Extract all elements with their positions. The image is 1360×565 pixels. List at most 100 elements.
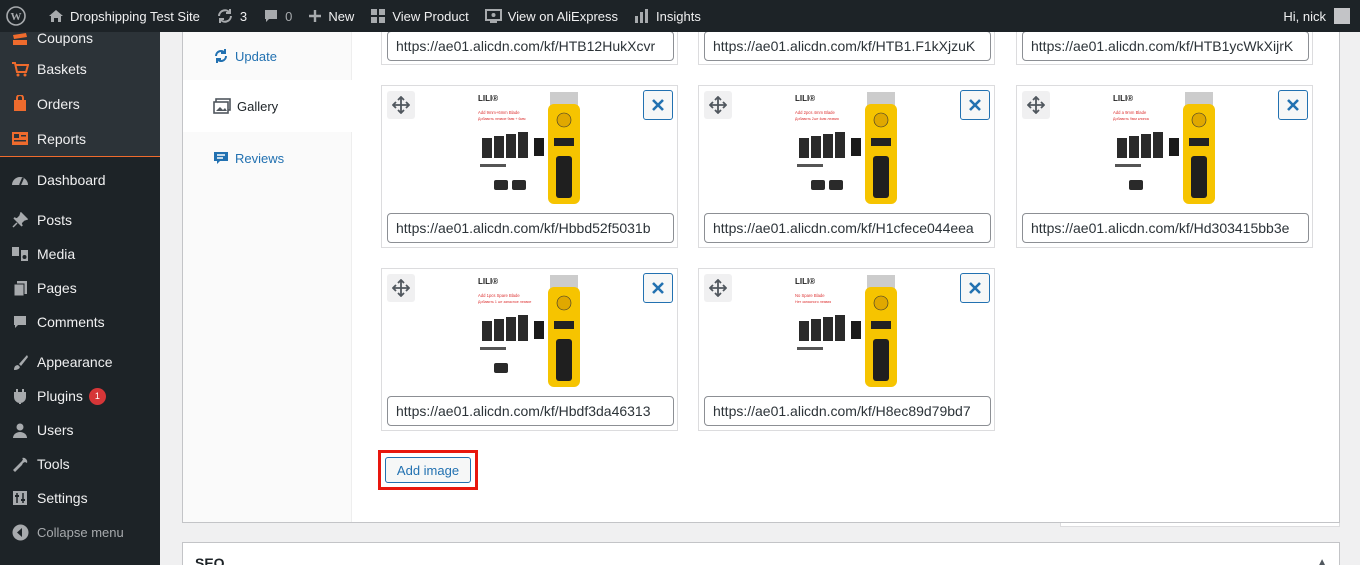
- menu-baskets[interactable]: Baskets: [0, 51, 160, 86]
- site-name-link[interactable]: Dropshipping Test Site: [40, 0, 208, 32]
- woocommerce-submenu: Coupons Baskets Orders Reports: [0, 30, 160, 157]
- tab-reviews[interactable]: Reviews: [183, 132, 351, 184]
- remove-image-button[interactable]: [960, 273, 990, 303]
- hair-clipper-image: LILI® Add 9mm+6mm Blade Добавить лезвие …: [478, 92, 580, 204]
- my-account-link[interactable]: Hi, nick: [1275, 0, 1360, 32]
- image-caption-text: Add 2pcs 4mm Blade: [795, 110, 835, 115]
- hair-clipper-image: LILI® No Spare Blade Нет запасного лезви…: [795, 275, 897, 387]
- reports-icon: [10, 129, 30, 149]
- image-caption-text: Add a 9mm Blade: [1113, 110, 1147, 115]
- comments-link[interactable]: 0: [255, 0, 300, 32]
- image-caption-ru-text: Добавить 2шт 4мм лезвия: [795, 117, 839, 121]
- product-image: LILI® Add a 9mm Blade Добавить 9мм клино…: [1017, 86, 1312, 211]
- hair-clipper-image: LILI® Add 2pcs 4mm Blade Добавить 2шт 4м…: [795, 92, 897, 204]
- product-data-panel: Update Gallery Reviews https://ae01.alic…: [182, 22, 1340, 523]
- menu-pages[interactable]: Pages: [0, 271, 160, 305]
- image-url-input[interactable]: https://ae01.alicdn.com/kf/Hbdf3da46313: [387, 396, 674, 426]
- move-handle[interactable]: [1022, 91, 1050, 119]
- menu-coupons[interactable]: Coupons: [0, 30, 160, 51]
- tab-reviews-label: Reviews: [235, 150, 285, 166]
- tab-gallery[interactable]: Gallery: [183, 80, 352, 132]
- menu-plugins[interactable]: Plugins 1: [0, 379, 160, 413]
- image-url-input[interactable]: https://ae01.alicdn.com/kf/HTB1.F1kXjzuK: [704, 31, 991, 61]
- new-label: New: [328, 8, 355, 24]
- updates-icon: [217, 9, 232, 23]
- orders-icon: [10, 94, 30, 114]
- image-url-input[interactable]: https://ae01.alicdn.com/kf/H1cfece044eea: [704, 213, 991, 243]
- dashboard-icon: [10, 170, 30, 190]
- move-handle[interactable]: [704, 274, 732, 302]
- image-url-input[interactable]: https://ae01.alicdn.com/kf/HTB1ycWkXijrK: [1022, 31, 1309, 61]
- gallery-item: LILI® Add 9mm+6mm Blade Добавить лезвие …: [381, 85, 678, 248]
- move-handle[interactable]: [704, 91, 732, 119]
- menu-plugins-label: Plugins: [37, 388, 83, 404]
- tab-update-label: Update: [235, 48, 277, 64]
- image-brand-text: LILI®: [478, 94, 498, 103]
- menu-tools[interactable]: Tools: [0, 447, 160, 481]
- menu-dashboard[interactable]: Dashboard: [0, 163, 160, 197]
- view-aliexpress-label: View on AliExpress: [507, 8, 619, 24]
- menu-posts[interactable]: Posts: [0, 203, 160, 237]
- updates-count: 3: [239, 8, 248, 24]
- seo-panel-title: SEO: [195, 555, 225, 565]
- seo-panel[interactable]: SEO ▲: [182, 542, 1340, 565]
- image-url-input[interactable]: https://ae01.alicdn.com/kf/HTB12HukXcvr: [387, 31, 674, 61]
- move-arrows-icon: [709, 96, 727, 114]
- panel-footer-edge: [1060, 523, 1340, 527]
- move-handle[interactable]: [387, 274, 415, 302]
- plug-icon: [10, 386, 30, 406]
- menu-reports[interactable]: Reports: [0, 121, 160, 156]
- new-content-link[interactable]: New: [300, 0, 362, 32]
- updates-link[interactable]: 3: [208, 0, 255, 32]
- close-icon: [969, 282, 981, 294]
- pin-icon: [10, 210, 30, 230]
- remove-image-button[interactable]: [643, 273, 673, 303]
- pages-icon: [10, 278, 30, 298]
- image-url-input[interactable]: https://ae01.alicdn.com/kf/Hbbd52f5031b: [387, 213, 674, 243]
- move-handle[interactable]: [387, 91, 415, 119]
- hair-clipper-image: LILI® Add a 9mm Blade Добавить 9мм клино…: [1113, 92, 1215, 204]
- insights-link[interactable]: Insights: [626, 0, 709, 32]
- comment-bubble-icon: [265, 10, 278, 22]
- remove-image-button[interactable]: [643, 90, 673, 120]
- view-product-link[interactable]: View Product: [362, 0, 476, 32]
- refresh-icon: [213, 48, 229, 64]
- close-icon: [652, 282, 664, 294]
- image-brand-text: LILI®: [795, 94, 815, 103]
- remove-image-button[interactable]: [960, 90, 990, 120]
- move-arrows-icon: [1027, 96, 1045, 114]
- menu-baskets-label: Baskets: [37, 60, 87, 77]
- paintbrush-icon: [10, 352, 30, 372]
- collapse-toggle-icon[interactable]: ▲: [1317, 557, 1327, 565]
- image-caption-ru-text: Добавить 1 шт запасное лезвие: [478, 300, 531, 304]
- settings-sliders-icon: [10, 488, 30, 508]
- menu-users[interactable]: Users: [0, 413, 160, 447]
- plus-icon: [309, 10, 322, 22]
- gallery-item: LILI® Add 1pcs Spare Blade Добавить 1 шт…: [381, 268, 678, 431]
- menu-media-label: Media: [37, 246, 76, 262]
- move-arrows-icon: [392, 279, 410, 297]
- remove-image-button[interactable]: [1278, 90, 1308, 120]
- menu-dashboard-label: Dashboard: [37, 172, 106, 188]
- close-icon: [1287, 99, 1299, 111]
- menu-media[interactable]: Media: [0, 237, 160, 271]
- image-url-input[interactable]: https://ae01.alicdn.com/kf/Hd303415bb3e: [1022, 213, 1309, 243]
- image-brand-text: LILI®: [795, 277, 815, 286]
- menu-orders[interactable]: Orders: [0, 86, 160, 121]
- image-url-input[interactable]: https://ae01.alicdn.com/kf/H8ec89d79bd7: [704, 396, 991, 426]
- menu-settings[interactable]: Settings: [0, 481, 160, 515]
- menu-appearance[interactable]: Appearance: [0, 345, 160, 379]
- collapse-menu-button[interactable]: Collapse menu: [0, 515, 160, 549]
- wrench-icon: [10, 454, 30, 474]
- menu-comments[interactable]: Comments: [0, 305, 160, 339]
- image-caption-text: Add 9mm+6mm Blade: [478, 110, 520, 115]
- reviews-icon: [213, 150, 229, 166]
- collapse-menu-label: Collapse menu: [37, 524, 124, 540]
- grid-icon: [371, 9, 386, 23]
- add-image-button[interactable]: Add image: [385, 457, 471, 483]
- view-aliexpress-link[interactable]: View on AliExpress: [477, 0, 626, 32]
- product-image: LILI® Add 1pcs Spare Blade Добавить 1 шт…: [382, 269, 677, 394]
- product-image: LILI® Add 9mm+6mm Blade Добавить лезвие …: [382, 86, 677, 211]
- wordpress-logo-button[interactable]: W: [0, 0, 40, 32]
- tab-update[interactable]: Update: [183, 32, 351, 80]
